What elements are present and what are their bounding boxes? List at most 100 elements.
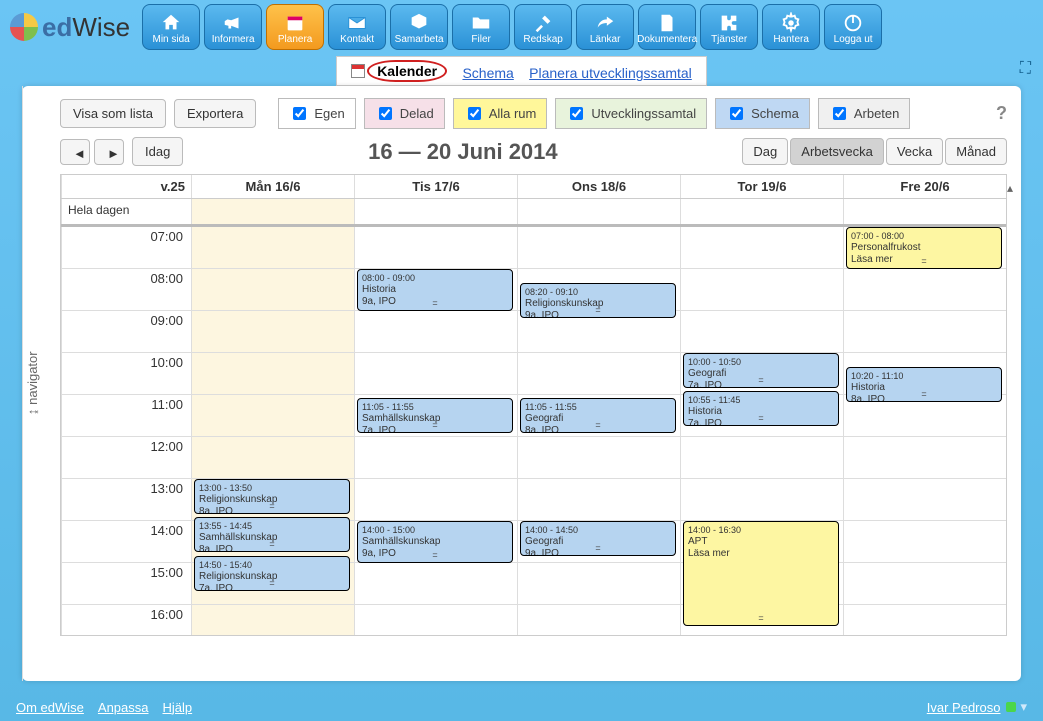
scrollbar[interactable]: ▴ (1003, 181, 1017, 633)
time-cell[interactable] (844, 269, 1006, 311)
footer-anpassa[interactable]: Anpassa (98, 700, 149, 715)
time-cell[interactable] (681, 479, 843, 521)
time-cell[interactable] (192, 311, 354, 353)
nav-logga-ut[interactable]: Logga ut (824, 4, 882, 50)
time-cell[interactable] (355, 353, 517, 395)
calendar-event[interactable]: 11:05 - 11:55Samhällskunskap7a, IPO= (357, 398, 513, 433)
time-cell[interactable] (192, 437, 354, 479)
time-cell[interactable] (192, 269, 354, 311)
event-resize-handle[interactable]: = (269, 538, 274, 550)
exportera-button[interactable]: Exportera (174, 99, 256, 128)
filter-arbeten[interactable]: Arbeten (818, 98, 911, 129)
nav-samarbeta[interactable]: Samarbeta (390, 4, 448, 50)
time-cell[interactable] (355, 563, 517, 605)
time-cell[interactable] (518, 353, 680, 395)
event-resize-handle[interactable]: = (758, 612, 763, 624)
time-cell[interactable] (681, 269, 843, 311)
day-column-fri[interactable]: 07:00 - 08:00PersonalfrukostLäsa mer= 10:… (843, 227, 1006, 635)
day-column-wed[interactable]: 08:20 - 09:10Religionskunskap9a, IPO= 11:… (517, 227, 680, 635)
time-cell[interactable] (192, 227, 354, 269)
time-cell[interactable] (518, 563, 680, 605)
nav-min-sida[interactable]: Min sida (142, 4, 200, 50)
nav-hantera[interactable]: Hantera (762, 4, 820, 50)
filter-schema[interactable]: Schema (715, 98, 810, 129)
event-resize-handle[interactable]: = (921, 255, 926, 267)
filter-delad[interactable]: Delad (364, 98, 445, 129)
nav-dokumentera[interactable]: Dokumentera (638, 4, 696, 50)
filter-alla-rum[interactable]: Alla rum (453, 98, 548, 129)
subtab-planera-utvecklingssamtal[interactable]: Planera utvecklingssamtal (529, 65, 692, 81)
calendar-event[interactable]: 07:00 - 08:00PersonalfrukostLäsa mer= (846, 227, 1002, 269)
time-cell[interactable] (844, 521, 1006, 563)
maximize-icon[interactable]: ⛶ (1020, 60, 1031, 78)
time-cell[interactable] (844, 605, 1006, 635)
calendar-scroll[interactable]: 07:0008:0009:0010:0011:0012:0013:0014:00… (61, 227, 1006, 635)
allday-wed[interactable] (517, 199, 680, 224)
filter-alla-rum-checkbox[interactable] (468, 107, 481, 120)
allday-fri[interactable] (843, 199, 1006, 224)
nav-kontakt[interactable]: Kontakt (328, 4, 386, 50)
calendar-event[interactable]: 11:05 - 11:55Geografi8a, IPO= (520, 398, 676, 433)
filter-delad-checkbox[interactable] (379, 107, 392, 120)
view-vecka[interactable]: Vecka (886, 138, 943, 165)
time-cell[interactable] (355, 605, 517, 635)
day-column-tue[interactable]: 08:00 - 09:00Historia9a, IPO=11:05 - 11:… (354, 227, 517, 635)
navigator-tab[interactable]: ↨ navigator (22, 86, 46, 681)
time-cell[interactable] (355, 227, 517, 269)
event-resize-handle[interactable]: = (269, 577, 274, 589)
next-week-button[interactable]: ► (94, 139, 124, 165)
presence-dropdown-icon[interactable]: ▾ (1020, 699, 1027, 715)
event-resize-handle[interactable]: = (758, 412, 763, 424)
time-cell[interactable] (355, 311, 517, 353)
time-cell[interactable] (192, 395, 354, 437)
event-resize-handle[interactable]: = (921, 388, 926, 400)
time-cell[interactable] (355, 437, 517, 479)
nav-lankar[interactable]: Länkar (576, 4, 634, 50)
footer-om-edwise[interactable]: Om edWise (16, 700, 84, 715)
time-cell[interactable] (844, 311, 1006, 353)
time-cell[interactable] (518, 437, 680, 479)
time-cell[interactable] (518, 479, 680, 521)
time-cell[interactable] (192, 605, 354, 635)
time-cell[interactable] (681, 227, 843, 269)
view-arbetsvecka[interactable]: Arbetsvecka (790, 138, 884, 165)
calendar-event[interactable]: 14:00 - 15:00Samhällskunskap9a, IPO= (357, 521, 513, 563)
footer-user[interactable]: Ivar Pedroso (927, 700, 1001, 715)
day-column-mon[interactable]: 13:00 - 13:50Religionskunskap8a, IPO=13:… (191, 227, 354, 635)
time-cell[interactable] (844, 479, 1006, 521)
time-cell[interactable] (681, 311, 843, 353)
event-resize-handle[interactable]: = (269, 500, 274, 512)
subtab-schema[interactable]: Schema (462, 65, 513, 81)
visa-som-lista-button[interactable]: Visa som lista (60, 99, 166, 128)
view-dag[interactable]: Dag (742, 138, 788, 165)
time-cell[interactable] (844, 563, 1006, 605)
filter-utvecklingssamtal[interactable]: Utvecklingssamtal (555, 98, 707, 129)
time-cell[interactable] (844, 437, 1006, 479)
calendar-event[interactable]: 14:50 - 15:40Religionskunskap7a, IPO= (194, 556, 350, 591)
scroll-up-icon[interactable]: ▴ (1003, 181, 1017, 195)
time-cell[interactable] (518, 227, 680, 269)
event-resize-handle[interactable]: = (595, 304, 600, 316)
day-column-thu[interactable]: 10:00 - 10:50Geografi7a, IPO=10:55 - 11:… (680, 227, 843, 635)
footer-hjalp[interactable]: Hjälp (163, 700, 193, 715)
calendar-event[interactable]: 10:20 - 11:10Historia8a, IPO= (846, 367, 1002, 402)
nav-tjanster[interactable]: Tjänster (700, 4, 758, 50)
calendar-event[interactable]: 08:20 - 09:10Religionskunskap9a, IPO= (520, 283, 676, 318)
time-cell[interactable] (355, 479, 517, 521)
idag-button[interactable]: Idag (132, 137, 183, 166)
filter-schema-checkbox[interactable] (730, 107, 743, 120)
event-resize-handle[interactable]: = (432, 549, 437, 561)
nav-filer[interactable]: Filer (452, 4, 510, 50)
event-resize-handle[interactable]: = (432, 419, 437, 431)
time-cell[interactable] (192, 353, 354, 395)
time-cell[interactable] (681, 437, 843, 479)
calendar-event[interactable]: 10:00 - 10:50Geografi7a, IPO= (683, 353, 839, 388)
calendar-event[interactable]: 13:55 - 14:45Samhällskunskap8a, IPO= (194, 517, 350, 552)
event-resize-handle[interactable]: = (595, 419, 600, 431)
nav-informera[interactable]: Informera (204, 4, 262, 50)
calendar-event[interactable]: 10:55 - 11:45Historia7a, IPO= (683, 391, 839, 426)
subtab-kalender[interactable]: Kalender (351, 60, 447, 82)
event-resize-handle[interactable]: = (758, 374, 763, 386)
filter-egen-checkbox[interactable] (293, 107, 306, 120)
nav-redskap[interactable]: Redskap (514, 4, 572, 50)
